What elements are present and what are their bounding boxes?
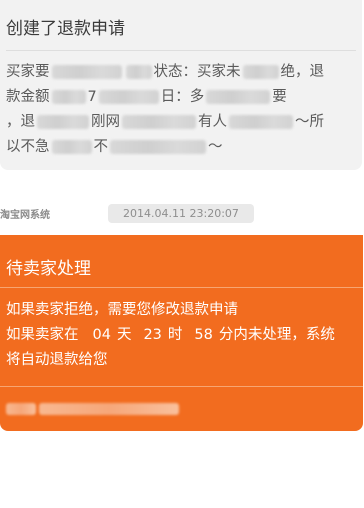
redacted-text [51,140,92,154]
redacted-text [229,115,293,129]
details-text: 有人 [198,114,227,130]
details-line-1: 买家要 状态：买家未 绝，退 [6,60,352,85]
countdown-minutes: 58 [194,327,213,343]
divider [0,386,363,387]
details-text: 以不急 [6,139,50,155]
refund-request-title: 创建了退款申请 [6,19,125,39]
redacted-text [39,402,179,415]
redacted-text [6,402,36,415]
redacted-text [122,115,196,129]
redacted-footer [6,398,182,415]
countdown-suffix: 分内未处理，系统 [218,327,335,343]
details-text: 款金额 [6,89,50,105]
timestamp-badge: 2014.04.11 23:20:07 [108,204,254,223]
details-text: 买家要 [6,64,50,80]
details-text: 刚网 [91,114,120,130]
details-text: 7 [87,89,97,105]
redacted-text [51,65,122,79]
pending-seller-card: 待卖家处理 如果卖家拒绝，需要您修改退款申请 如果卖家在 04 天 23 时 58 分内未处… [0,235,363,431]
redacted-text [125,65,152,79]
redacted-text [98,90,159,104]
details-text: 绝，退 [280,64,325,80]
refund-request-details: 买家要 状态：买家未 绝，退 款金额 7 日：多 要 ，退 刚网 有人 ～所 以不急 不 ～ [6,60,352,160]
pending-seller-title: 待卖家处理 [6,259,91,279]
details-text: ，退 [6,114,35,130]
details-line-3: ，退 刚网 有人 ～所 [6,110,352,135]
redacted-text [242,65,279,79]
countdown-days: 04 [92,327,111,343]
details-text: 日：多 [160,89,205,105]
details-text: 不 [93,139,109,155]
details-line-2: 款金额 7 日：多 要 [6,85,352,110]
pending-seller-details: 如果卖家拒绝，需要您修改退款申请 如果卖家在 04 天 23 时 58 分内未处理，系统 将… [6,298,358,373]
refund-request-card: 创建了退款申请 买家要 状态：买家未 绝，退 款金额 7 日：多 要 ，退 刚网 有人 ～所 以… [0,0,362,170]
hours-unit: 时 [167,327,183,343]
redacted-text [37,115,89,129]
auto-refund-note: 将自动退款给您 [6,352,108,368]
days-unit: 天 [116,327,132,343]
divider [6,50,356,51]
reject-note: 如果卖家拒绝，需要您修改退款申请 [6,302,238,318]
details-text: ～所 [295,114,324,130]
details-text: ～ [208,139,223,155]
details-text: 要 [272,89,287,105]
redacted-text [206,90,271,104]
details-line-4: 以不急 不 ～ [6,135,352,160]
redacted-text [110,140,206,154]
sender-name: 淘宝网系统 [0,210,50,221]
countdown-hours: 23 [143,327,162,343]
details-text: 状态：买家未 [153,64,241,80]
redacted-text [51,90,86,104]
countdown-prefix: 如果卖家在 [6,327,79,343]
countdown-line: 如果卖家在 04 天 23 时 58 分内未处理，系统 [6,323,358,348]
divider [0,287,363,288]
message-meta: 淘宝网系统 2014.04.11 23:20:07 [0,204,364,224]
